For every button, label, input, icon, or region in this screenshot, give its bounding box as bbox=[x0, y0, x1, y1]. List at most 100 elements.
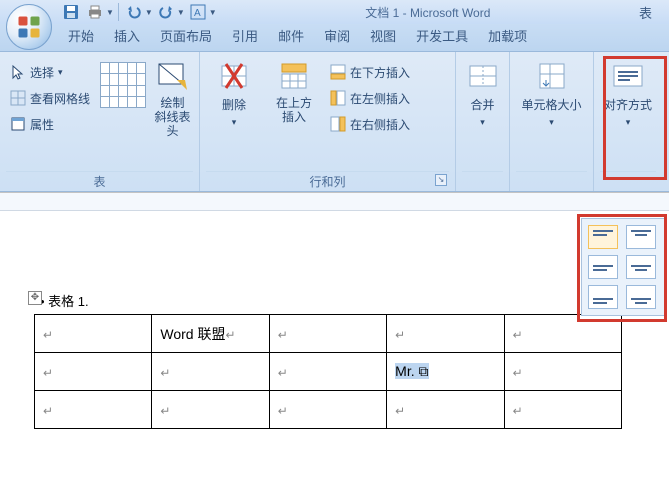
table-cell[interactable]: ↵ bbox=[504, 315, 621, 353]
tab-insert[interactable]: 插入 bbox=[104, 21, 150, 51]
undo-icon[interactable] bbox=[123, 2, 145, 22]
insert-left-icon bbox=[330, 90, 346, 106]
alignment-popup bbox=[581, 218, 665, 316]
chevron-down-icon: ▾ bbox=[58, 67, 63, 78]
table-cell[interactable]: ↵ bbox=[152, 353, 269, 391]
align-top-left[interactable] bbox=[588, 225, 618, 249]
properties-icon bbox=[10, 116, 26, 132]
insert-right-button[interactable]: 在右侧插入 bbox=[326, 112, 414, 136]
svg-text:A: A bbox=[194, 8, 201, 19]
tab-review[interactable]: 审阅 bbox=[314, 21, 360, 51]
gridlines-label: 查看网格线 bbox=[30, 90, 90, 107]
rowscols-dialog-launcher[interactable]: ↘ bbox=[435, 174, 447, 186]
table-row: ↵ ↵ ↵ ↵ ↵ bbox=[35, 391, 622, 429]
insert-below-button[interactable]: 在下方插入 bbox=[326, 60, 414, 84]
delete-button[interactable]: 删除 ▾ bbox=[206, 56, 262, 171]
save-icon[interactable] bbox=[60, 2, 82, 22]
delete-label: 删除 bbox=[222, 96, 246, 113]
table-cell[interactable]: ↵ bbox=[152, 391, 269, 429]
insert-above-label: 在上方 插入 bbox=[276, 96, 312, 124]
merge-icon bbox=[467, 60, 499, 92]
table-grid-icon bbox=[100, 62, 146, 108]
page[interactable]: ✥ • 表格 1. ↵ Word 联盟↵ ↵ ↵ ↵ ↵ ↵ ↵ Mr. ⧉ ↵… bbox=[0, 211, 669, 447]
delete-icon bbox=[218, 60, 250, 92]
ribbon: 选择 ▾ 查看网格线 属性 绘制 斜线表头 表 bbox=[0, 52, 669, 192]
table-row: ↵ Word 联盟↵ ↵ ↵ ↵ bbox=[35, 315, 622, 353]
group-merge: 合并 ▾ bbox=[456, 52, 510, 191]
tab-mailings[interactable]: 邮件 bbox=[268, 21, 314, 51]
cellsize-button[interactable]: 单元格大小 ▾ bbox=[516, 56, 587, 171]
office-button[interactable] bbox=[6, 4, 52, 50]
select-button[interactable]: 选择 ▾ bbox=[6, 60, 94, 84]
insert-below-label: 在下方插入 bbox=[350, 64, 410, 81]
tab-view[interactable]: 视图 bbox=[360, 21, 406, 51]
group-rowscols-label: 行和列 bbox=[309, 175, 345, 189]
table-caption: • 表格 1. bbox=[40, 291, 635, 310]
properties-label: 属性 bbox=[30, 116, 54, 133]
cursor-icon bbox=[10, 64, 26, 80]
alignment-label: 对齐方式 bbox=[604, 96, 652, 113]
undo-drop[interactable]: ▼ bbox=[145, 8, 153, 17]
align-bottom-left[interactable] bbox=[588, 285, 618, 309]
chevron-down-icon: ▾ bbox=[480, 117, 485, 128]
table-cell[interactable]: ↵ bbox=[387, 315, 504, 353]
redo-icon[interactable] bbox=[155, 2, 177, 22]
window-title: 文档 1 - Microsoft Word bbox=[217, 4, 639, 21]
print-icon[interactable] bbox=[84, 2, 106, 22]
redo-drop[interactable]: ▼ bbox=[177, 8, 185, 17]
table-cell[interactable]: ↵ bbox=[35, 391, 152, 429]
tab-home[interactable]: 开始 bbox=[58, 21, 104, 51]
align-bottom-center[interactable] bbox=[626, 285, 656, 309]
align-top-center[interactable] bbox=[626, 225, 656, 249]
tab-developer[interactable]: 开发工具 bbox=[406, 21, 478, 51]
insert-above-button[interactable]: 在上方 插入 bbox=[266, 56, 322, 171]
tab-pagelayout[interactable]: 页面布局 bbox=[150, 21, 222, 51]
tab-references[interactable]: 引用 bbox=[222, 21, 268, 51]
table-cell[interactable]: ↵ bbox=[387, 391, 504, 429]
table-cell[interactable]: Word 联盟↵ bbox=[152, 315, 269, 353]
ruler[interactable] bbox=[0, 193, 669, 211]
chevron-down-icon: ▾ bbox=[549, 117, 554, 128]
insert-below-icon bbox=[330, 64, 346, 80]
table-cell[interactable]: ↵ bbox=[269, 391, 386, 429]
group-cellsize: 单元格大小 ▾ bbox=[510, 52, 594, 191]
draw-label: 绘制 斜线表头 bbox=[154, 96, 191, 138]
table-cell[interactable]: ↵ bbox=[269, 353, 386, 391]
table-cell[interactable]: ↵ bbox=[35, 353, 152, 391]
context-tab-title: 表 bbox=[639, 3, 669, 22]
table-move-handle[interactable]: ✥ bbox=[28, 291, 42, 305]
table-cell[interactable]: ↵ bbox=[504, 353, 621, 391]
quick-access-toolbar: ▼ ▼ ▼ A ▼ bbox=[60, 2, 217, 22]
select-label: 选择 bbox=[30, 64, 54, 81]
qat-customize-drop[interactable]: ▼ bbox=[209, 8, 217, 17]
draw-diagonal-header-button[interactable]: 绘制 斜线表头 bbox=[152, 56, 193, 171]
insert-right-icon bbox=[330, 116, 346, 132]
align-middle-left[interactable] bbox=[588, 255, 618, 279]
merge-button[interactable]: 合并 ▾ bbox=[462, 56, 503, 171]
insert-above-icon bbox=[278, 60, 310, 92]
alignment-button[interactable]: 对齐方式 ▾ bbox=[600, 56, 656, 171]
group-table: 选择 ▾ 查看网格线 属性 绘制 斜线表头 表 bbox=[0, 52, 200, 191]
chevron-down-icon: ▾ bbox=[626, 117, 631, 128]
cellsize-label: 单元格大小 bbox=[521, 96, 581, 113]
align-middle-center[interactable] bbox=[626, 255, 656, 279]
alignment-icon bbox=[612, 60, 644, 92]
ribbon-tabs: 开始 插入 页面布局 引用 邮件 审阅 视图 开发工具 加载项 bbox=[0, 24, 669, 52]
table-row: ↵ ↵ ↵ Mr. ⧉ ↵ bbox=[35, 353, 622, 391]
style-icon[interactable]: A bbox=[187, 2, 209, 22]
table-cell[interactable]: ↵ bbox=[35, 315, 152, 353]
chevron-down-icon: ▾ bbox=[232, 117, 237, 128]
group-alignment: 对齐方式 ▾ bbox=[594, 52, 662, 191]
table-cell[interactable]: ↵ bbox=[504, 391, 621, 429]
insert-right-label: 在右侧插入 bbox=[350, 116, 410, 133]
properties-button[interactable]: 属性 bbox=[6, 112, 94, 136]
insert-left-label: 在左侧插入 bbox=[350, 90, 410, 107]
table-cell[interactable]: Mr. ⧉ bbox=[387, 353, 504, 391]
group-table-label: 表 bbox=[6, 171, 193, 189]
table-cell[interactable]: ↵ bbox=[269, 315, 386, 353]
qat-drop-1[interactable]: ▼ bbox=[106, 8, 114, 17]
tab-addins[interactable]: 加载项 bbox=[478, 21, 537, 51]
insert-left-button[interactable]: 在左侧插入 bbox=[326, 86, 414, 110]
view-gridlines-button[interactable]: 查看网格线 bbox=[6, 86, 94, 110]
doc-table[interactable]: ↵ Word 联盟↵ ↵ ↵ ↵ ↵ ↵ ↵ Mr. ⧉ ↵ ↵ ↵ ↵ ↵ ↵ bbox=[34, 314, 622, 429]
